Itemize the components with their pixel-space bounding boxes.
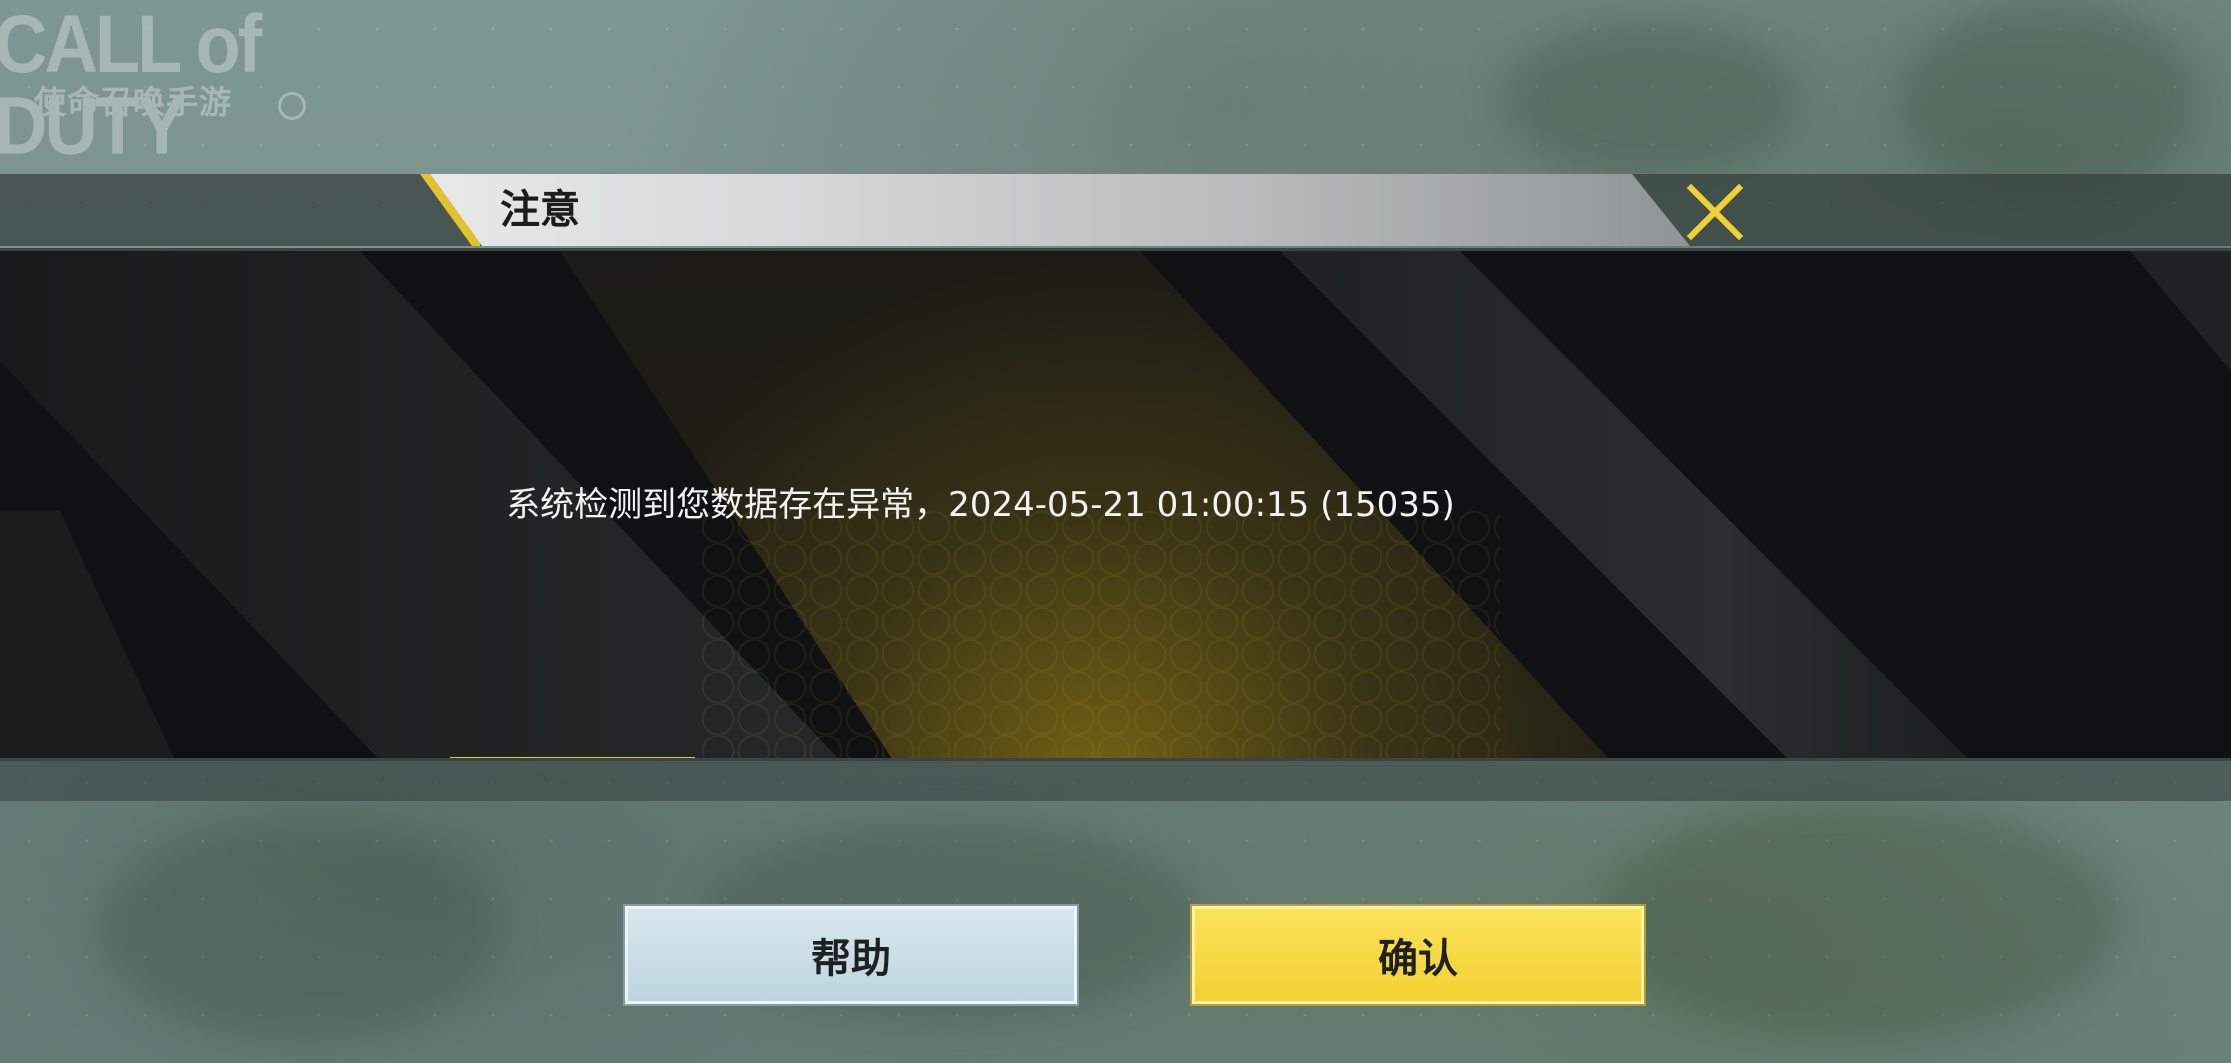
close-x-icon [1686,184,1744,240]
dialog-title: 注意 [500,187,580,233]
background-foliage [1900,0,2200,200]
dialog-title-tab [430,174,1690,246]
close-button[interactable] [1685,184,1745,240]
confirm-button[interactable]: 确认 [1192,906,1644,1004]
background-foliage [1500,20,1800,180]
logo-mark-icon [278,92,306,120]
game-logo: CALL of DUTY 使命召唤手游 [0,3,380,166]
help-button[interactable]: 帮助 [625,906,1077,1004]
logo-subtitle: 使命召唤手游 [34,83,233,121]
background-foliage [1600,800,2120,1040]
confirm-button-label: 确认 [1378,936,1458,982]
dialog-message: 系统检测到您数据存在异常，2024-05-21 01:00:15 (15035) [506,485,1455,525]
hex-pattern [700,511,1500,758]
game-screen: CALL of DUTY 使命召唤手游 注意 系统检测到您数据存在异常，2024… [0,0,2231,1063]
dialog-panel: 系统检测到您数据存在异常，2024-05-21 01:00:15 (15035) [0,248,2231,761]
help-button-label: 帮助 [811,936,891,982]
background-foliage [100,820,500,1040]
dialog-footer-strip [0,761,2231,801]
